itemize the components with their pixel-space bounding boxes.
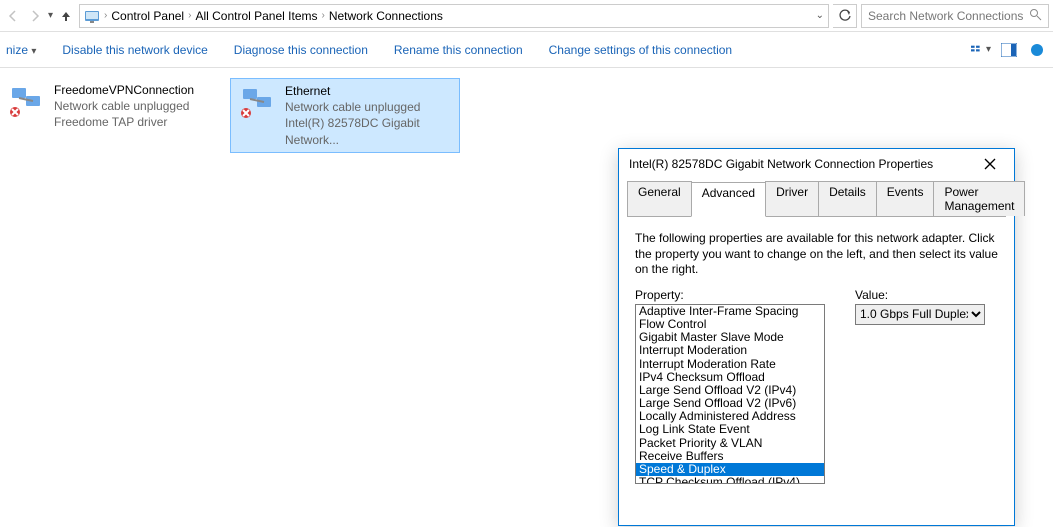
refresh-button[interactable]	[833, 4, 857, 28]
tab-general[interactable]: General	[627, 181, 692, 216]
connection-item-vpn[interactable]: FreedomeVPNConnection Network cable unpl…	[0, 78, 230, 153]
close-button[interactable]	[976, 152, 1004, 176]
property-item[interactable]: Adaptive Inter-Frame Spacing	[636, 305, 824, 318]
connection-adapter: Intel(R) 82578DC Gigabit Network...	[285, 115, 453, 147]
property-item[interactable]: Log Link State Event	[636, 423, 824, 436]
connection-item-ethernet[interactable]: Ethernet Network cable unplugged Intel(R…	[230, 78, 460, 153]
preview-pane-icon[interactable]	[999, 41, 1019, 59]
property-item[interactable]: TCP Checksum Offload (IPv4)	[636, 476, 824, 484]
toolbar: nize ▾ Disable this network device Diagn…	[0, 32, 1053, 68]
dialog-titlebar[interactable]: Intel(R) 82578DC Gigabit Network Connect…	[619, 149, 1014, 179]
value-label: Value:	[855, 288, 985, 302]
tab-power-management[interactable]: Power Management	[933, 181, 1025, 216]
connection-title: Ethernet	[285, 83, 453, 99]
value-select[interactable]: 1.0 Gbps Full Duplex	[855, 304, 985, 325]
tab-driver[interactable]: Driver	[765, 181, 819, 216]
search-placeholder: Search Network Connections	[868, 9, 1023, 23]
properties-dialog: Intel(R) 82578DC Gigabit Network Connect…	[618, 148, 1015, 526]
property-item[interactable]: Interrupt Moderation	[636, 344, 824, 357]
breadcrumb[interactable]: › Control Panel › All Control Panel Item…	[79, 4, 829, 28]
tab-details[interactable]: Details	[818, 181, 877, 216]
dialog-body: The following properties are available f…	[619, 217, 1014, 492]
dialog-tabs: General Advanced Driver Details Events P…	[627, 181, 1006, 217]
address-bar: ▾ › Control Panel › All Control Panel It…	[0, 0, 1053, 32]
breadcrumb-root[interactable]: Control Panel	[111, 9, 184, 23]
diagnose-button[interactable]: Diagnose this connection	[234, 43, 368, 57]
search-input[interactable]: Search Network Connections	[861, 4, 1049, 28]
connections-list: FreedomeVPNConnection Network cable unpl…	[0, 68, 1053, 153]
dialog-description: The following properties are available f…	[635, 231, 998, 278]
tab-events[interactable]: Events	[876, 181, 935, 216]
dialog-title-text: Intel(R) 82578DC Gigabit Network Connect…	[629, 157, 976, 171]
organize-button[interactable]: nize ▾	[6, 43, 36, 57]
property-item[interactable]: IPv4 Checksum Offload	[636, 371, 824, 384]
breadcrumb-leaf[interactable]: Network Connections	[329, 9, 443, 23]
change-settings-button[interactable]: Change settings of this connection	[549, 43, 732, 57]
property-listbox[interactable]: Adaptive Inter-Frame SpacingFlow Control…	[635, 304, 825, 484]
back-arrow-icon[interactable]	[4, 7, 22, 25]
forward-arrow-icon[interactable]	[26, 7, 44, 25]
history-dropdown-icon[interactable]: ▾	[48, 10, 53, 21]
connection-status: Network cable unplugged	[285, 99, 453, 115]
network-adapter-icon	[6, 82, 46, 122]
network-adapter-icon	[237, 83, 277, 123]
connection-status: Network cable unplugged	[54, 98, 194, 114]
view-options-icon[interactable]: ▾	[971, 41, 991, 59]
search-icon	[1029, 8, 1042, 24]
breadcrumb-mid[interactable]: All Control Panel Items	[195, 9, 317, 23]
help-icon[interactable]	[1027, 41, 1047, 59]
chevron-right-icon: ›	[188, 10, 191, 21]
rename-button[interactable]: Rename this connection	[394, 43, 523, 57]
control-panel-icon	[84, 8, 100, 24]
property-item[interactable]: Packet Priority & VLAN	[636, 437, 824, 450]
chevron-right-icon: ›	[104, 10, 107, 21]
disable-device-button[interactable]: Disable this network device	[62, 43, 207, 57]
address-dropdown-icon[interactable]: ⌄	[816, 10, 824, 21]
property-label: Property:	[635, 288, 825, 302]
property-item[interactable]: Interrupt Moderation Rate	[636, 358, 824, 371]
chevron-right-icon: ›	[322, 10, 325, 21]
connection-adapter: Freedome TAP driver	[54, 114, 194, 130]
connection-title: FreedomeVPNConnection	[54, 82, 194, 98]
up-arrow-icon[interactable]	[57, 7, 75, 25]
tab-advanced[interactable]: Advanced	[691, 182, 766, 217]
